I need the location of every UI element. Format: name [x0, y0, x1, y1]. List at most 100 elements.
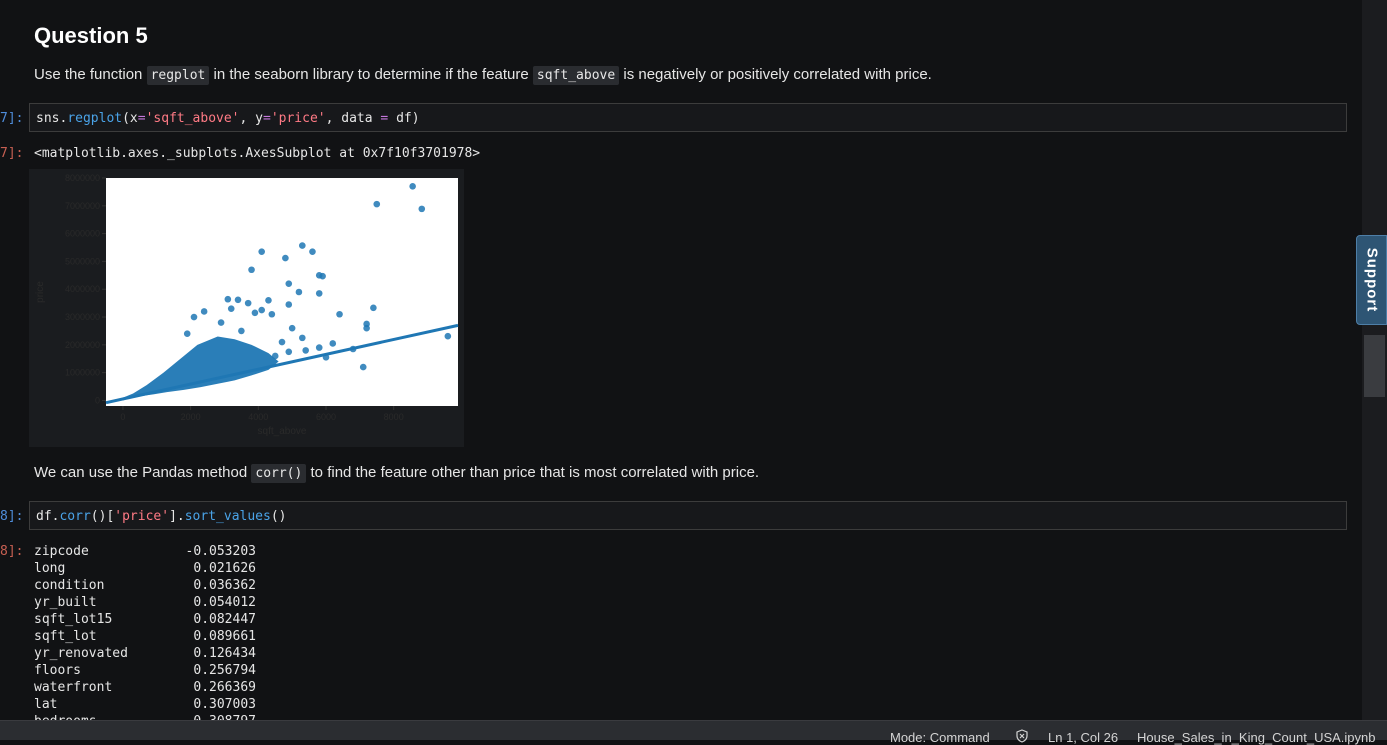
code-line[interactable]: sns.regplot(x='sqft_above', y='price', d… [36, 111, 420, 126]
status-position[interactable]: Ln 1, Col 26 [1048, 730, 1118, 745]
data-point [444, 332, 452, 340]
data-point [370, 304, 377, 312]
question-text-part: Use the function [34, 66, 143, 83]
data-point [288, 324, 296, 332]
data-point [282, 254, 289, 262]
inline-code-regplot: regplot [146, 66, 210, 85]
input-prompt: 8]: [0, 509, 24, 524]
data-point [409, 183, 416, 190]
output-prompt: 7]: [0, 146, 24, 161]
corr-value: 0.126434 [193, 646, 256, 661]
corr-value: 0.089661 [193, 629, 256, 644]
corr-feature-name: waterfront [34, 680, 113, 695]
plot-background [106, 178, 458, 406]
status-filename: House_Sales_in_King_Count_USA.ipynb [1137, 730, 1376, 745]
corr-feature-name: condition [34, 578, 105, 593]
data-point [265, 297, 272, 304]
x-tick-label: 6000 [316, 412, 336, 422]
corr-feature-name: zipcode [34, 544, 89, 559]
data-point [268, 310, 276, 318]
corr-value: 0.054012 [193, 595, 256, 610]
input-prompt: 7]: [0, 111, 24, 126]
y-tick-label: 7000000 [65, 201, 100, 211]
code-cell-corr[interactable]: df.corr()['price'].sort_values() [29, 501, 1347, 530]
corr-value: -0.053203 [185, 544, 256, 559]
corr-value: 0.021626 [193, 561, 256, 576]
markdown-text-part: We can use the Pandas method [34, 464, 248, 481]
data-point [224, 295, 232, 303]
inline-code-corr: corr() [251, 464, 307, 483]
corr-feature-name: long [34, 561, 66, 576]
data-point [363, 324, 370, 332]
corr-value: 0.256794 [193, 663, 256, 678]
data-point [315, 344, 323, 351]
corr-feature-name: floors [34, 663, 81, 678]
code-line[interactable]: df.corr()['price'].sort_values() [36, 509, 286, 524]
data-point [227, 305, 235, 312]
y-axis-label: price [35, 281, 46, 303]
notebook: Question 5 Use the function regplot in t… [0, 0, 1362, 720]
x-tick-label: 0 [120, 412, 125, 422]
support-button[interactable]: Support [1356, 235, 1387, 325]
question-text-part: is negatively or positively correlated w… [623, 66, 932, 83]
corr-value: 0.266369 [193, 680, 256, 695]
data-point [302, 347, 309, 354]
data-point [322, 354, 330, 361]
data-point [244, 299, 252, 307]
data-point [251, 309, 259, 317]
status-mode[interactable]: Mode: Command [890, 730, 990, 745]
data-point [299, 242, 306, 249]
data-point [285, 280, 293, 287]
data-point [258, 306, 265, 314]
markdown-corr-text: We can use the Pandas method corr() to f… [34, 464, 760, 483]
corr-value: 0.036362 [193, 578, 256, 593]
y-tick-label: 1000000 [65, 368, 100, 378]
data-point [248, 266, 255, 274]
cell-output-text: <matplotlib.axes._subplots.AxesSubplot a… [34, 146, 481, 161]
trusted-shield-icon[interactable] [1015, 729, 1029, 743]
y-tick-label: 5000000 [65, 256, 100, 266]
corr-value: 0.082447 [193, 612, 256, 627]
data-point [336, 310, 343, 318]
data-point [285, 301, 293, 308]
data-point [315, 290, 323, 297]
data-point [359, 363, 367, 371]
question-text-part: in the seaborn library to determine if t… [213, 66, 529, 83]
scrollbar-thumb[interactable] [1364, 335, 1385, 397]
regplot-chart: 0 1000000 2000000 3000000 4000000 5000000 6000… [35, 173, 459, 437]
y-tick-label: 2000000 [65, 340, 100, 350]
y-tick-label: 3000000 [65, 312, 100, 322]
corr-feature-name: yr_built [34, 595, 97, 610]
data-point [200, 308, 208, 315]
data-point [295, 288, 303, 296]
x-axis-label: sqft_above [258, 426, 307, 437]
corr-value: 0.307003 [193, 697, 256, 712]
data-point [238, 327, 245, 335]
x-tick-label: 2000 [181, 412, 201, 422]
data-point [183, 330, 191, 338]
inline-code-sqft-above: sqft_above [532, 66, 620, 85]
data-point [190, 313, 198, 321]
output-prompt: 8]: [0, 544, 24, 559]
y-tick-label: 6000000 [65, 229, 100, 239]
data-point [234, 296, 242, 304]
markdown-text-part: to find the feature other than price tha… [310, 464, 760, 481]
data-point [217, 319, 225, 326]
data-point [349, 345, 357, 353]
data-point [285, 348, 293, 356]
x-tick-label: 8000 [384, 412, 404, 422]
question-heading: Question 5 [34, 23, 148, 48]
data-point [278, 338, 286, 346]
regplot-figure: 0 1000000 2000000 3000000 4000000 5000000 6000… [29, 169, 464, 447]
code-cell-regplot[interactable]: sns.regplot(x='sqft_above', y='price', d… [29, 103, 1347, 132]
status-bar: Mode: Command Ln 1, Col 26 House_Sales_i… [0, 720, 1387, 745]
data-point [309, 248, 316, 255]
vertical-scrollbar[interactable] [1362, 0, 1387, 720]
x-tick-label: 4000 [248, 412, 268, 422]
corr-feature-name: lat [34, 697, 58, 712]
y-tick-label: 4000000 [65, 284, 100, 294]
support-label: Support [1363, 247, 1380, 313]
data-point [271, 352, 279, 360]
question-text: Use the function regplot in the seaborn … [34, 66, 932, 85]
y-tick-label: 0 [95, 395, 100, 405]
